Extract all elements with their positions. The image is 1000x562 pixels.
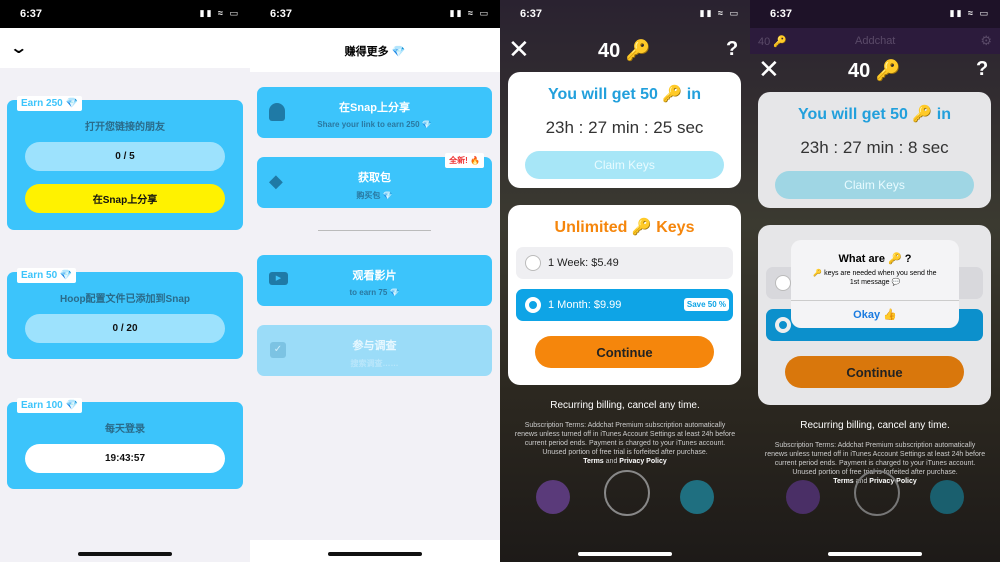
option-get-pack[interactable]: ◆ 全新! 🔥 获取包 购买包 💎 [257,153,492,208]
terms-link[interactable]: Terms [583,458,604,465]
capture-button[interactable] [854,470,900,516]
earn-tasks-screen: 6:37 ▮▮ ≈ ▭ ⌄ Earn 250 💎 打开您链接的朋友 0 / 5 在… [0,0,250,562]
dialog-body: 🔑 keys are needed when you send the 1st … [813,270,937,286]
recurring-billing-text: Recurring billing, cancel any time. [550,400,700,411]
task-progress: 0 / 20 [25,314,225,343]
plan-month[interactable]: 1 Month: $9.99 Save 50 % [516,289,733,321]
earn-badge: Earn 250 💎 [17,96,82,111]
top-bar: ⌄ [0,28,250,68]
help-button[interactable]: ? [726,38,738,61]
recurring-billing-text: Recurring billing, cancel any time. [800,420,950,431]
subscription-terms: Subscription Terms: Addchat Premium subs… [514,421,736,466]
keys-timer: 23h : 27 min : 8 sec [800,138,949,157]
claim-keys-button[interactable]: Claim Keys [775,171,974,199]
signal-wifi-battery-icon: ▮▮ ≈ ▭ [949,8,990,18]
plan-week[interactable]: 1 Week: $5.49 [516,247,733,279]
option-subtitle: Share your link to earn 250 💎 [317,120,432,129]
free-keys-title: You will get 50 🔑 in [548,86,701,103]
bg-key-count: 40 🔑 [758,36,787,48]
free-keys-title: You will get 50 🔑 in [798,106,951,123]
gear-icon: ⚙ [980,33,992,48]
free-keys-card: You will get 50 🔑 in 23h : 27 min : 8 se… [758,92,991,208]
save-badge: Save 50 % [683,298,729,311]
unlimited-keys-card: Unlimited 🔑 Keys 1 Week: $5.49 1 Month: … [508,205,741,385]
earn-badge: Earn 50 💎 [17,268,77,283]
signal-wifi-battery-icon: ▮▮ ≈ ▭ [199,8,240,18]
home-indicator [578,552,672,556]
radio-unselected[interactable] [775,275,791,291]
dialog-title: What are 🔑 ? [838,253,912,265]
status-bar: 6:37 ▮▮ ≈ ▭ [250,0,500,28]
divider [318,230,431,231]
task-title: Hoop配置文件已添加到Snap [60,294,190,305]
signal-wifi-battery-icon: ▮▮ ≈ ▭ [699,8,740,18]
status-bar: 6:37 ▮▮ ≈ ▭ [0,0,250,28]
what-are-keys-dialog: What are 🔑 ? 🔑 keys are needed when you … [791,240,959,328]
okay-button[interactable]: Okay 👍 [791,300,959,328]
close-icon[interactable]: ✕ [758,54,780,85]
status-bar: 6:37 ▮▮ ≈ ▭ [520,8,740,20]
option-title: 在Snap上分享 [339,102,410,114]
option-survey-disabled: ✓ 参与调查 搜索调查…… [257,325,492,376]
share-on-snap-button[interactable]: 在Snap上分享 [25,184,225,213]
option-title: 获取包 [358,172,391,184]
option-title: 参与调查 [352,340,397,352]
home-indicator [828,552,922,556]
radio-selected[interactable] [775,317,791,333]
claim-keys-button[interactable]: Claim Keys [525,151,724,179]
option-subtitle: 购买包 💎 [356,191,393,200]
option-title: 观看影片 [352,270,397,282]
status-bar: 6:37 ▮▮ ≈ ▭ [750,0,1000,28]
key-count: 40 🔑 [848,60,901,82]
capture-button[interactable] [604,470,650,516]
continue-button[interactable]: Continue [785,356,964,388]
help-button[interactable]: ? [976,58,988,81]
chevron-down-icon[interactable]: ⌄ [9,38,28,58]
task-card-hoop-profile: Earn 50 💎 Hoop配置文件已添加到Snap 0 / 20 [7,268,243,359]
task-card-share-link: Earn 250 💎 打开您链接的朋友 0 / 5 在Snap上分享 [7,96,243,230]
key-count: 40 🔑 [598,40,651,62]
and-text: and [605,458,618,465]
option-subtitle: 搜索调查…… [350,359,399,368]
new-badge: 全新! 🔥 [445,153,484,168]
keys-screen: 6:37 ▮▮ ≈ ▭ ✕ 40 🔑 ? You will get 50 🔑 in… [500,0,750,562]
home-indicator [328,552,422,556]
chat-icon[interactable] [930,480,964,514]
task-title: 每天登录 [105,424,145,435]
option-watch-video[interactable]: ▶ 观看影片 to earn 75 💎 [257,255,492,306]
home-indicator [78,552,172,556]
privacy-policy-link[interactable]: Privacy Policy [619,458,666,465]
radio-unselected[interactable] [525,255,541,271]
chat-icon[interactable] [680,480,714,514]
plan-label: 1 Week: $5.49 [548,257,619,269]
radio-selected[interactable] [525,297,541,313]
unlimited-title: Unlimited 🔑 Keys [554,219,695,236]
plan-label: 1 Month: $9.99 [548,299,622,311]
terms-text: Subscription Terms: Addchat Premium subs… [514,422,736,456]
task-card-daily-login: Earn 100 💎 每天登录 19:43:57 [7,398,243,489]
background-app-header: 40 🔑 Addchat ⚙ [750,28,1000,54]
option-share-snap[interactable]: 在Snap上分享 Share your link to earn 250 💎 [257,87,492,138]
close-icon[interactable]: ✕ [508,34,530,65]
continue-button[interactable]: Continue [535,336,714,368]
earn-badge: Earn 100 💎 [17,398,82,413]
task-title: 打开您链接的朋友 [85,122,165,133]
keys-timer: 23h : 27 min : 25 sec [545,118,704,137]
clock-icon[interactable] [786,480,820,514]
earn-more-screen: 6:37 ▮▮ ≈ ▭ 赚得更多 💎 在Snap上分享 Share your lin… [250,0,500,562]
task-progress: 0 / 5 [25,142,225,171]
option-subtitle: to earn 75 💎 [349,288,400,297]
login-countdown: 19:43:57 [25,444,225,473]
free-keys-card: You will get 50 🔑 in 23h : 27 min : 25 s… [508,72,741,188]
page-title: 赚得更多 💎 [250,28,500,72]
terms-link[interactable]: Terms [833,478,854,485]
bg-app-title: Addchat [855,35,896,47]
keys-screen-with-dialog: 6:37 ▮▮ ≈ ▭ 40 🔑 Addchat ⚙ ✕ 40 🔑 ? You wil… [750,0,1000,562]
clock-icon[interactable] [536,480,570,514]
signal-wifi-battery-icon: ▮▮ ≈ ▭ [449,8,490,18]
